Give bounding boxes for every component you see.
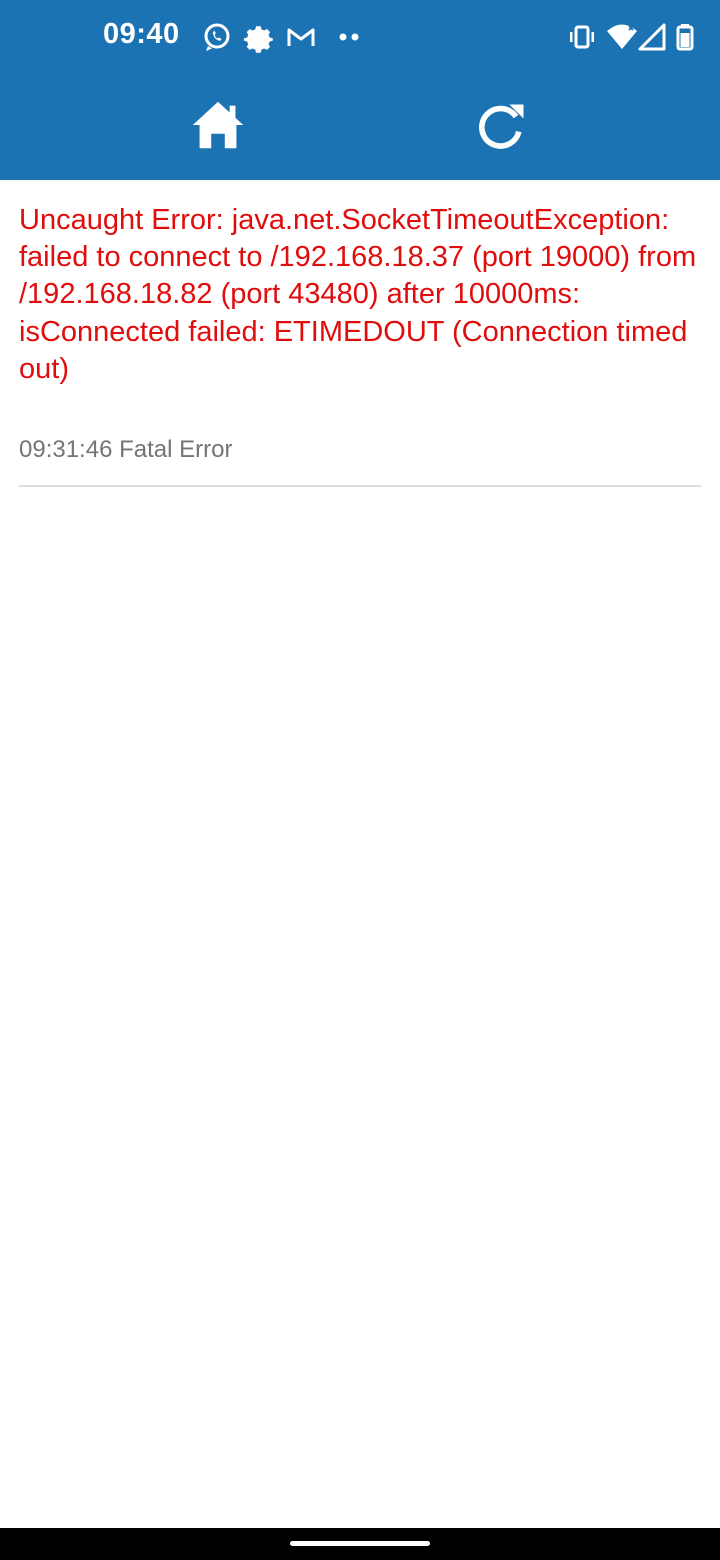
toolbar <box>0 72 720 180</box>
gmail-icon <box>284 20 318 54</box>
wifi-icon <box>605 20 639 54</box>
gesture-handle[interactable] <box>290 1541 430 1546</box>
home-button[interactable] <box>186 94 250 158</box>
app-screen: 09:40 Uncaught Error: java.net.SocketTim… <box>0 0 720 1560</box>
status-time: 09:40 <box>103 18 180 50</box>
system-nav-bar <box>0 1528 720 1560</box>
app-header: 09:40 <box>0 0 720 180</box>
error-level: Fatal Error <box>119 436 233 464</box>
reload-button[interactable] <box>469 94 533 158</box>
more-dots-icon <box>333 20 367 54</box>
error-log: Uncaught Error: java.net.SocketTimeoutEx… <box>19 180 701 488</box>
error-message: Uncaught Error: java.net.SocketTimeoutEx… <box>19 204 697 385</box>
status-bar: 09:40 <box>0 0 720 72</box>
error-timestamp: 09:31:46 <box>19 436 113 464</box>
battery-icon <box>668 20 702 54</box>
home-icon <box>192 101 244 149</box>
signal-icon <box>636 20 670 54</box>
vibrate-icon <box>565 20 599 54</box>
whatsapp-icon <box>200 20 234 54</box>
divider <box>19 485 701 488</box>
settings-gear-icon <box>242 20 276 54</box>
reload-icon <box>479 104 524 149</box>
error-meta: 09:31:46 Fatal Error <box>19 435 701 465</box>
